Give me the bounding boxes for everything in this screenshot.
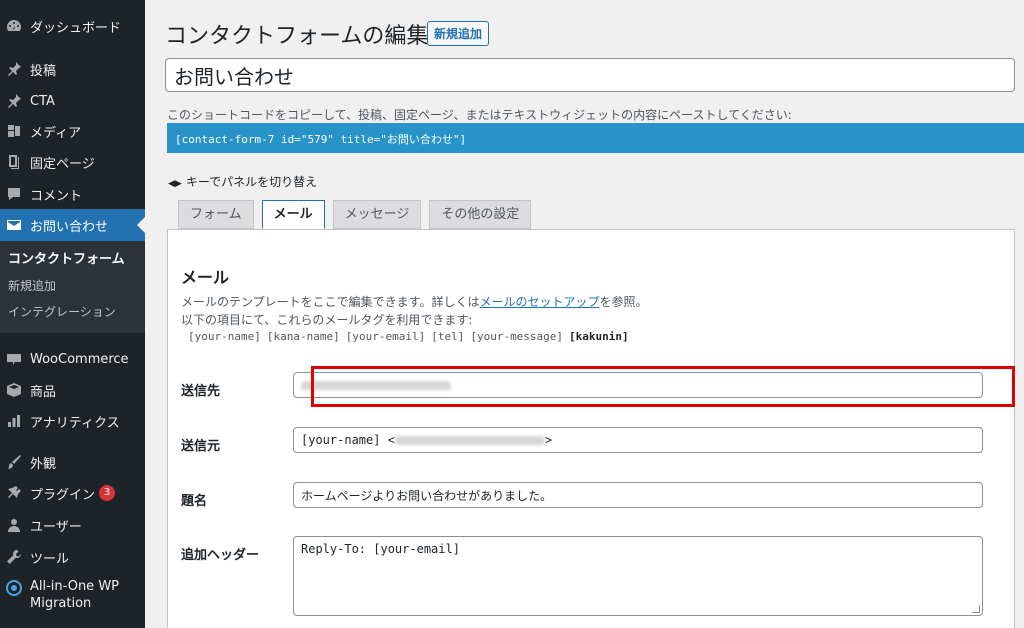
highlight-box bbox=[311, 366, 1015, 407]
pin-icon bbox=[6, 61, 22, 77]
panel-heading: メール bbox=[181, 268, 230, 287]
media-icon bbox=[6, 123, 22, 139]
sidebar-item-label: ツール bbox=[30, 551, 70, 567]
sidebar-item-tools[interactable]: ツール bbox=[0, 541, 145, 573]
panel-description-text: メールのテンプレートをここで編集できます。詳しくは bbox=[181, 295, 480, 309]
panel-tabs: フォーム メール メッセージ その他の設定 bbox=[178, 200, 539, 229]
sidebar-item-label: ダッシュボード bbox=[30, 20, 122, 36]
mailtag-description: 以下の項目にて、これらのメールタグを利用できます: bbox=[181, 313, 473, 327]
wrench-icon bbox=[6, 549, 22, 565]
mailtag: [your-name] bbox=[188, 330, 261, 343]
mail-setup-link[interactable]: メールのセットアップ bbox=[479, 295, 599, 309]
shortcode-description: このショートコードをコピーして、投稿、固定ページ、またはテキストウィジェットの内… bbox=[167, 108, 792, 122]
sidebar-item-migration[interactable]: All-in-One WP Migration bbox=[0, 578, 145, 618]
plugin-icon bbox=[6, 485, 22, 501]
mail-icon bbox=[6, 217, 22, 233]
tab-mail[interactable]: メール bbox=[261, 200, 325, 229]
sidebar-item-label-wrap: All-in-One WP Migration bbox=[30, 578, 119, 612]
sidebar-item-label: ユーザー bbox=[30, 519, 82, 535]
mailtag: [kana-name] bbox=[266, 330, 340, 343]
sidebar-item-label: アナリティクス bbox=[30, 415, 120, 431]
mailtag-list: [your-name] [kana-name] [your-email] [te… bbox=[188, 330, 629, 343]
headers-textarea[interactable]: Reply-To: [your-email] bbox=[293, 536, 983, 616]
subject-input[interactable]: ホームページよりお問い合わせがありました。 bbox=[293, 482, 983, 508]
sidebar-item-pages[interactable]: 固定ページ bbox=[0, 146, 145, 178]
woo-icon bbox=[6, 351, 22, 367]
from-input[interactable]: [your-name] < > bbox=[293, 427, 983, 453]
mailtag: [your-email] bbox=[345, 330, 426, 343]
page-title: コンタクトフォームの編集 bbox=[165, 24, 429, 49]
submenu-integration[interactable]: インテグレーション bbox=[8, 302, 116, 322]
main-content: コンタクトフォームの編集 新規追加 お問い合わせ このショートコードをコピーして… bbox=[145, 0, 1024, 628]
box-icon bbox=[6, 382, 22, 398]
sidebar-item-plugins[interactable]: プラグイン 3 bbox=[0, 477, 145, 509]
submenu-add-new[interactable]: 新規追加 bbox=[8, 276, 56, 296]
panel-description-suffix: を参照。 bbox=[599, 295, 648, 309]
sidebar-item-label: 外観 bbox=[30, 456, 57, 472]
page-icon bbox=[6, 154, 22, 170]
from-label: 送信元 bbox=[181, 439, 221, 454]
to-label: 送信先 bbox=[181, 384, 221, 399]
comment-icon bbox=[6, 186, 22, 202]
sidebar-item-users[interactable]: ユーザー bbox=[0, 509, 145, 541]
dashboard-icon bbox=[6, 18, 22, 34]
pin-icon bbox=[6, 93, 22, 109]
sidebar-item-label: プラグイン bbox=[30, 487, 96, 503]
panel-description: メールのテンプレートをここで編集できます。詳しくはメールのセットアップを参照。 bbox=[181, 293, 647, 310]
sidebar-item-label: メディア bbox=[30, 125, 82, 141]
sidebar-item-dashboard[interactable]: ダッシュボード bbox=[0, 10, 145, 42]
sidebar-item-label-line2: Migration bbox=[30, 596, 92, 611]
submenu-contact-forms[interactable]: コンタクトフォーム bbox=[8, 250, 125, 270]
shortcode-field[interactable]: [contact-form-7 id="579" title="お問い合わせ"] bbox=[167, 123, 1024, 153]
keyboard-hint: ◀▶ キーでパネルを切り替え bbox=[168, 173, 317, 190]
sidebar-item-cta[interactable]: CTA bbox=[0, 85, 145, 117]
form-title-input[interactable]: お問い合わせ bbox=[165, 58, 1015, 92]
keyboard-hint-text: キーでパネルを切り替え bbox=[185, 175, 318, 189]
brush-icon bbox=[6, 454, 22, 470]
migration-icon bbox=[6, 580, 22, 596]
mailtag: [your-message] bbox=[470, 330, 564, 343]
resize-handle[interactable] bbox=[972, 605, 980, 613]
sidebar-item-comments[interactable]: コメント bbox=[0, 178, 145, 210]
mailtag: [tel] bbox=[431, 330, 465, 343]
sidebar-item-label: All-in-One WP bbox=[30, 579, 120, 594]
user-icon bbox=[6, 517, 22, 533]
sidebar-item-label: WooCommerce bbox=[30, 351, 129, 367]
headers-value: Reply-To: [your-email] bbox=[301, 542, 460, 556]
sidebar-item-contact[interactable]: お問い合わせ bbox=[0, 209, 145, 241]
plugin-update-badge: 3 bbox=[99, 485, 116, 501]
tab-form[interactable]: フォーム bbox=[178, 200, 254, 229]
sidebar-item-posts[interactable]: 投稿 bbox=[0, 53, 145, 85]
sidebar-item-label: 投稿 bbox=[30, 63, 57, 79]
sidebar-item-label: コメント bbox=[30, 188, 83, 204]
add-new-button[interactable]: 新規追加 bbox=[427, 21, 490, 46]
headers-label: 追加ヘッダー bbox=[181, 548, 260, 563]
sidebar-item-label: 商品 bbox=[30, 384, 57, 400]
sidebar-item-label: お問い合わせ bbox=[30, 219, 109, 235]
sidebar-item-analytics[interactable]: アナリティクス bbox=[0, 405, 145, 437]
sidebar-item-products[interactable]: 商品 bbox=[0, 374, 145, 406]
sidebar-item-media[interactable]: メディア bbox=[0, 115, 145, 147]
tab-additional-settings[interactable]: その他の設定 bbox=[429, 200, 532, 229]
admin-sidebar: ダッシュボード 投稿 CTA メディア 固定ページ コメント お問い合わせ コン… bbox=[0, 0, 145, 628]
mailtag: [kakunin] bbox=[569, 330, 629, 343]
arrow-keys-icon: ◀▶ bbox=[168, 179, 182, 189]
sidebar-item-label: CTA bbox=[30, 93, 55, 109]
redacted-email bbox=[394, 435, 545, 445]
active-menu-arrow bbox=[137, 217, 145, 233]
bar-chart-icon bbox=[6, 413, 22, 429]
contact-submenu: コンタクトフォーム 新規追加 インテグレーション bbox=[0, 241, 145, 333]
from-value-suffix: > bbox=[544, 433, 553, 447]
mail-panel: メール メールのテンプレートをここで編集できます。詳しくはメールのセットアップを… bbox=[167, 229, 1015, 628]
from-value-prefix: [your-name] < bbox=[301, 433, 395, 447]
sidebar-item-appearance[interactable]: 外観 bbox=[0, 446, 145, 478]
sidebar-item-label: 固定ページ bbox=[30, 156, 95, 172]
tab-messages[interactable]: メッセージ bbox=[332, 200, 422, 229]
subject-label: 題名 bbox=[181, 494, 208, 509]
sidebar-item-woocommerce[interactable]: WooCommerce bbox=[0, 343, 145, 375]
subject-value: ホームページよりお問い合わせがありました。 bbox=[301, 488, 553, 503]
